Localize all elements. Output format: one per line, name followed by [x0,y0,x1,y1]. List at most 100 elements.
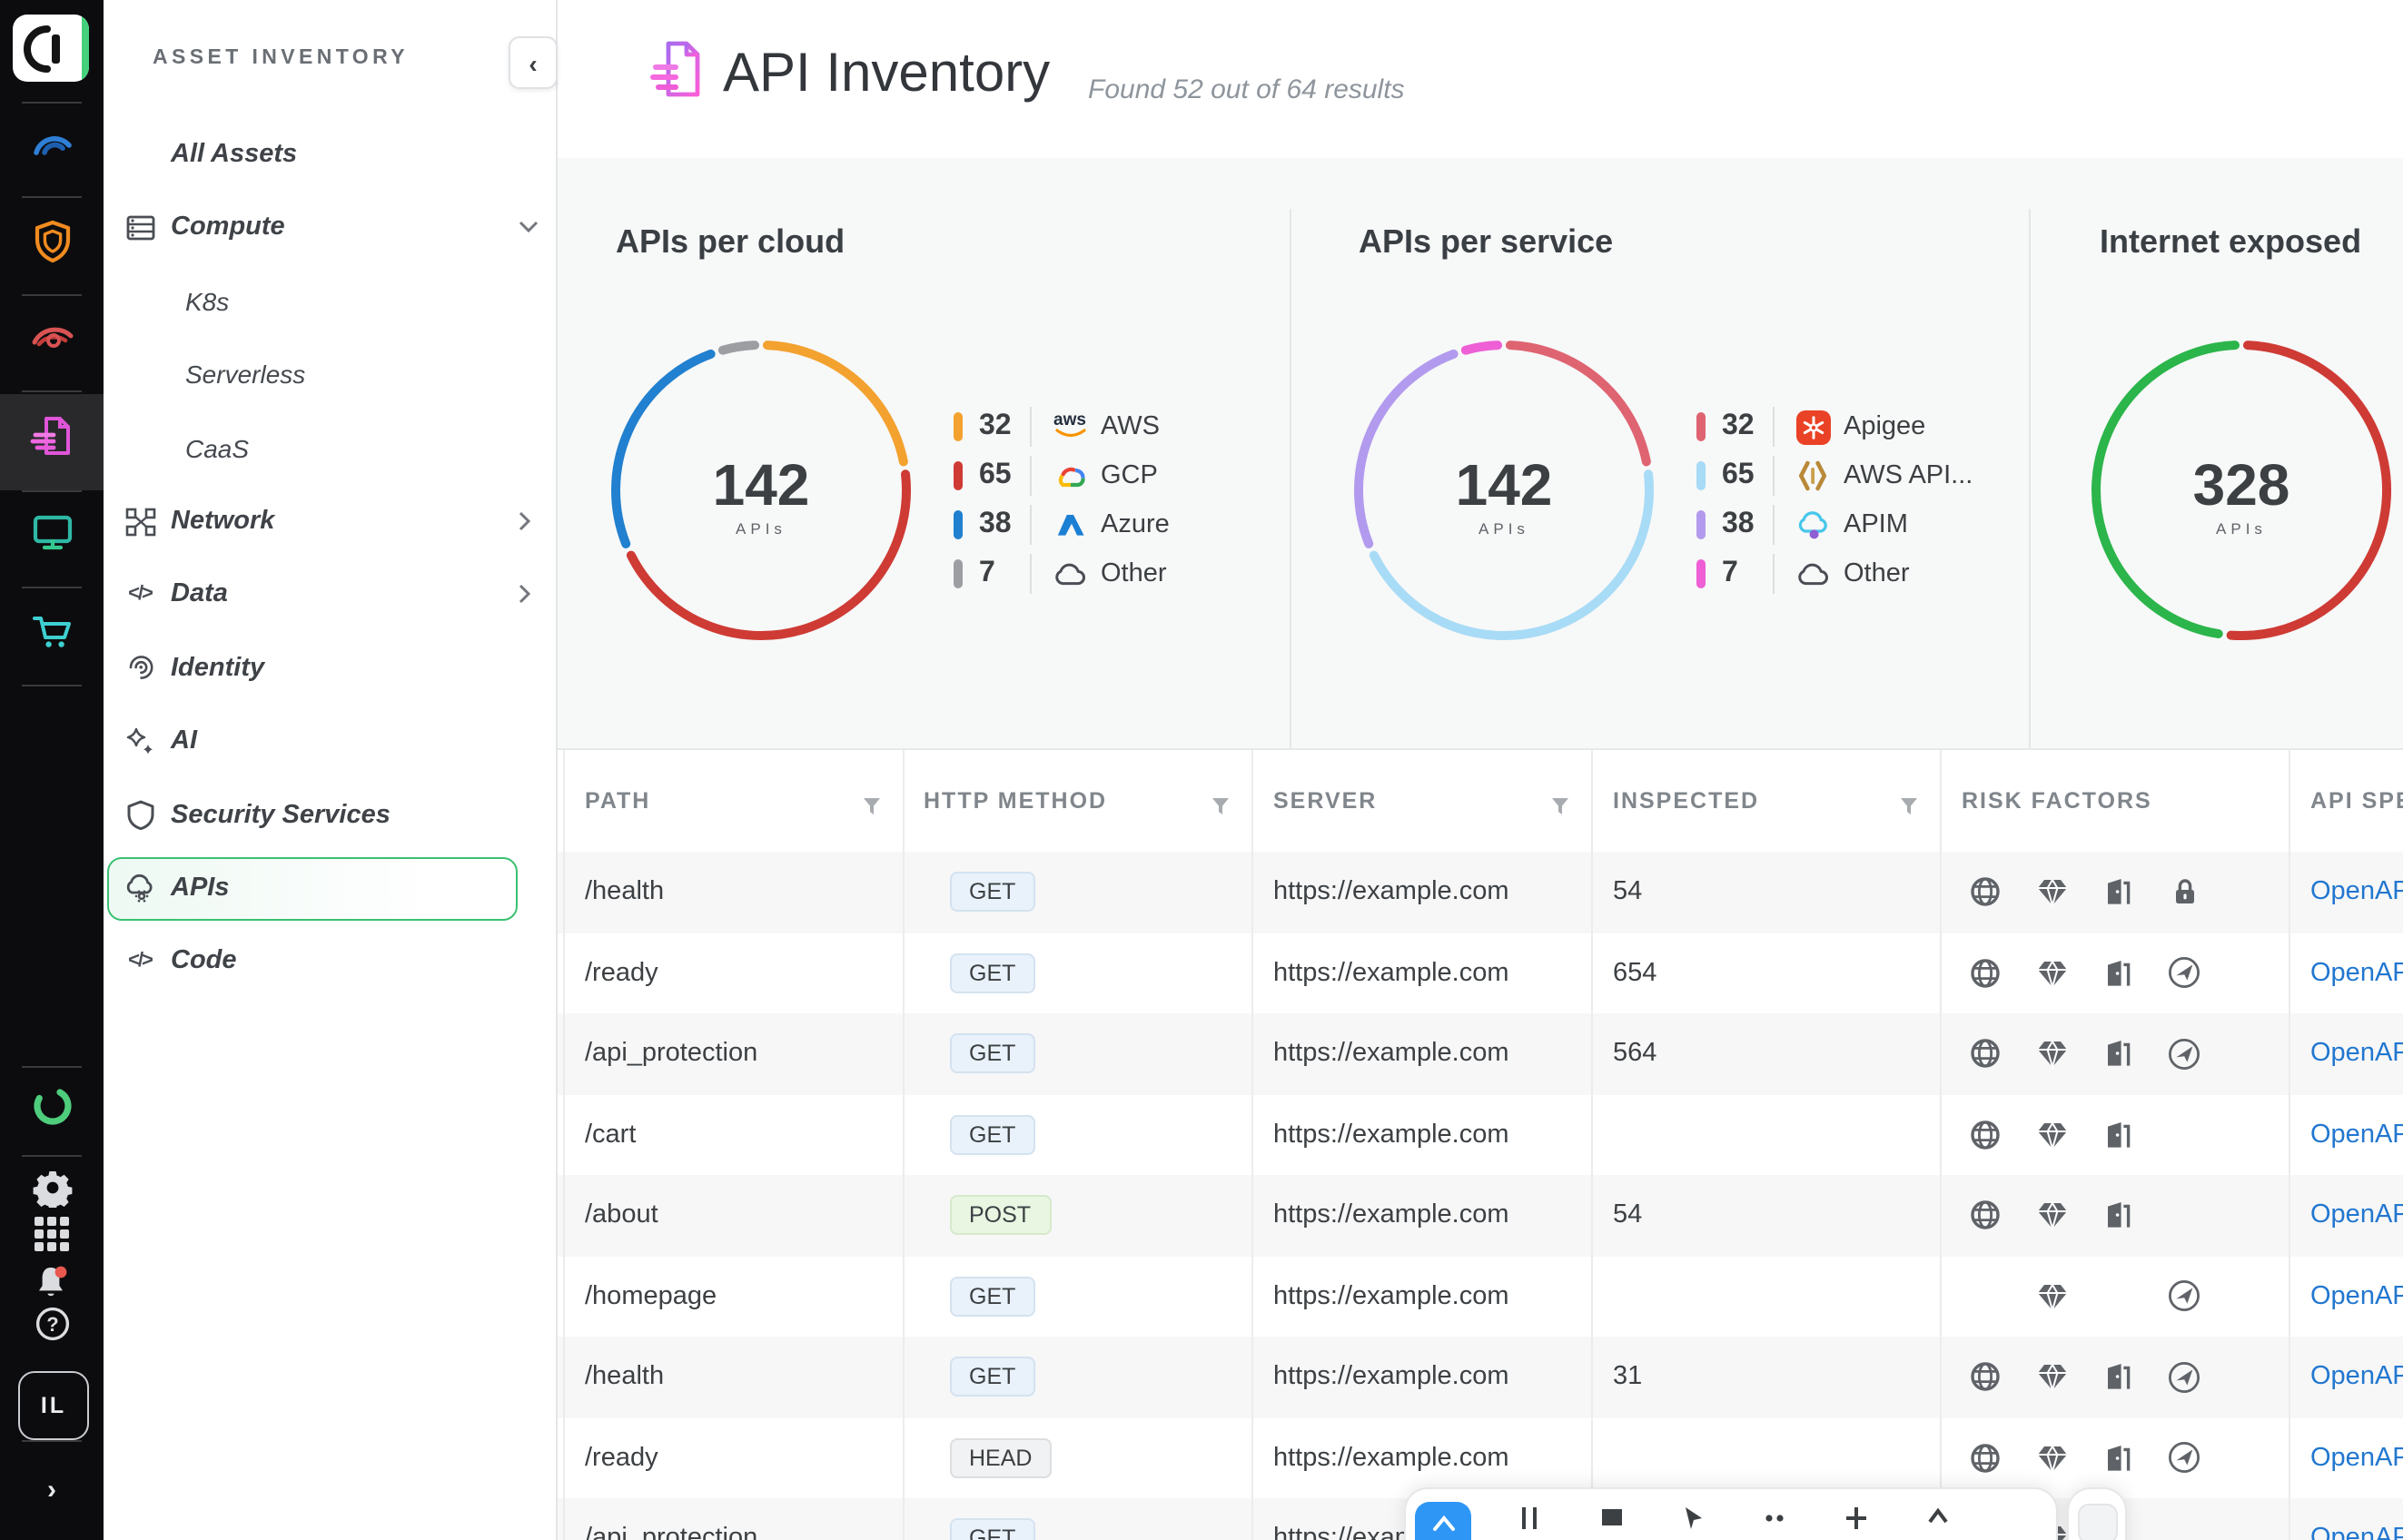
user-avatar[interactable]: IL [18,1371,89,1440]
sidebar-item-security-services[interactable]: Security Services [104,778,556,851]
sidebar-item-label: Data [171,580,228,609]
app-root: ?IL› ASSET INVENTORY ‹ All AssetsCompute… [0,0,2403,1540]
table-row[interactable]: /aboutPOSThttps://example.com54OpenAPI [556,1175,2403,1258]
globe-risk-icon [1953,1094,2018,1175]
cart-icon [28,606,75,662]
sidebar-item-all-assets[interactable]: All Assets [104,118,556,191]
legend-item-other: 7Other [1696,554,1910,594]
sidebar-collapse-button[interactable]: ‹ [509,36,558,89]
donut-unit: APIs [1413,519,1595,538]
gem-risk-icon [2019,852,2084,933]
cell-path: /api_protection [585,1013,757,1094]
rail-app-cart[interactable] [0,610,104,657]
sidebar-item-apis[interactable]: APIs [104,852,556,924]
toolbar-glyph-0[interactable] [1518,1505,1542,1540]
api-spec-link[interactable]: OpenAPI [2310,1525,2403,1540]
legend-label: Other [1844,559,1910,588]
rail-divider [22,587,82,588]
api-spec-link[interactable]: OpenAPI [2310,959,2403,988]
ai-icon [124,726,156,756]
column-header-api-spec[interactable]: API SPEC [2310,750,2403,852]
rail-app-monitor[interactable] [0,512,104,559]
cell-path: /ready [585,933,658,1013]
api-spec-link[interactable]: OpenAPI [2310,1363,2403,1392]
chevron-right-icon[interactable] [518,584,532,606]
table-row[interactable]: /healthGEThttps://example.com31OpenAPI [556,1337,2403,1419]
table-row[interactable]: /cartGEThttps://example.comOpenAPI [556,1094,2403,1177]
rail-divider [22,1440,82,1442]
method-badge: GET [949,1519,1035,1540]
filter-funnel-icon[interactable] [1900,792,1918,824]
column-header-http-method[interactable]: HTTP METHOD [924,750,1107,852]
rail-footer-logo[interactable] [0,1086,104,1133]
filter-funnel-icon[interactable] [1551,792,1569,824]
aws-icon: aws [1050,414,1090,439]
toolbar-glyph-5[interactable] [1927,1505,1951,1540]
chevron-down-icon[interactable] [518,221,539,235]
rail-app-eye[interactable] [0,318,104,365]
legend-item-aws-api-: 65AWS API... [1696,456,1973,496]
column-header-server[interactable]: SERVER [1273,750,1377,852]
sidebar-item-data[interactable]: </>Data [104,558,556,631]
cell-inspected: 54 [1613,852,1642,933]
toolbar-glyph-3[interactable] [1764,1505,1787,1540]
rail-gear-button[interactable] [0,1171,104,1211]
apigee-icon [1793,410,1833,444]
rail-app-shield-orange[interactable] [0,222,104,269]
column-header-risk-factors[interactable]: RISK FACTORS [1962,750,2152,852]
api-spec-link[interactable]: OpenAPI [2310,878,2403,907]
chevron-right-icon[interactable] [518,510,532,532]
cell-server: https://example.com [1273,1094,1509,1175]
sidebar-item-caas[interactable]: CaaS [104,411,556,484]
sidebar-item-code[interactable]: </>Code [104,925,556,998]
chart-card-divider [2029,209,2031,748]
gem-risk-icon [2019,1175,2084,1256]
api-spec-link[interactable]: OpenAPI [2310,1201,2403,1230]
table-row[interactable]: /readyGEThttps://example.com654OpenAPI [556,933,2403,1015]
rail-expand-chevron[interactable]: › [0,1475,104,1504]
api-spec-link[interactable]: OpenAPI [2310,1282,2403,1311]
column-header-inspected[interactable]: INSPECTED [1613,750,1759,852]
filter-funnel-icon[interactable] [1211,792,1230,824]
column-border [1591,750,1593,1540]
sidebar-item-serverless[interactable]: Serverless [104,338,556,410]
toolbar-glyph-1[interactable] [1600,1505,1624,1540]
legend-label: GCP [1101,461,1158,490]
cell-method: GET [949,1498,1035,1540]
toolbar-glyph-4[interactable] [1845,1505,1869,1540]
cell-server: https://example.com [1273,1256,1509,1337]
gem-risk-icon [2019,1094,2084,1175]
table-row[interactable]: /api_protectionGEThttps://example.com564… [556,1013,2403,1096]
toolbar-secondary-button[interactable] [2067,1487,2127,1540]
sidebar-item-k8s[interactable]: K8s [104,265,556,338]
api-spec-link[interactable]: OpenAPI [2310,1444,2403,1473]
api-spec-link[interactable]: OpenAPI [2310,1120,2403,1150]
rail-apps-grid-button[interactable] [0,1219,104,1259]
sidebar-item-compute[interactable]: Compute [104,192,556,264]
rail-app-radar[interactable] [0,125,104,173]
door-risk-icon [2085,933,2151,1013]
legend-color-pill [1696,412,1706,441]
toolbar-primary-button[interactable] [1415,1502,1471,1540]
legend-color-pill [1696,510,1706,539]
api-spec-link[interactable]: OpenAPI [2310,1040,2403,1069]
sidebar-item-network[interactable]: Network [104,485,556,558]
door-risk-icon [2085,1337,2151,1417]
api-doc-icon [28,411,75,468]
sidebar-item-label: All Assets [171,140,297,169]
toolbar-glyph-2[interactable] [1682,1505,1706,1540]
cell-method: POST [949,1175,1051,1256]
table-row[interactable]: /homepageGEThttps://example.comOpenAPI [556,1256,2403,1338]
column-header-path[interactable]: PATH [585,750,650,852]
code-icon: </> [124,951,156,972]
sidebar-item-ai[interactable]: AI [104,705,556,777]
app-logo[interactable] [13,15,89,82]
rail-help-button[interactable]: ? [0,1308,104,1348]
sidebar-item-identity[interactable]: Identity [104,632,556,705]
table-row[interactable]: /healthGEThttps://example.com54OpenAPI [556,852,2403,934]
filter-funnel-icon[interactable] [862,792,880,824]
legend-color-pill [1696,559,1706,588]
rail-app-api-doc[interactable] [0,416,104,463]
chart-title: Internet exposed [2100,223,2361,262]
rail-bell-button[interactable] [0,1266,104,1306]
